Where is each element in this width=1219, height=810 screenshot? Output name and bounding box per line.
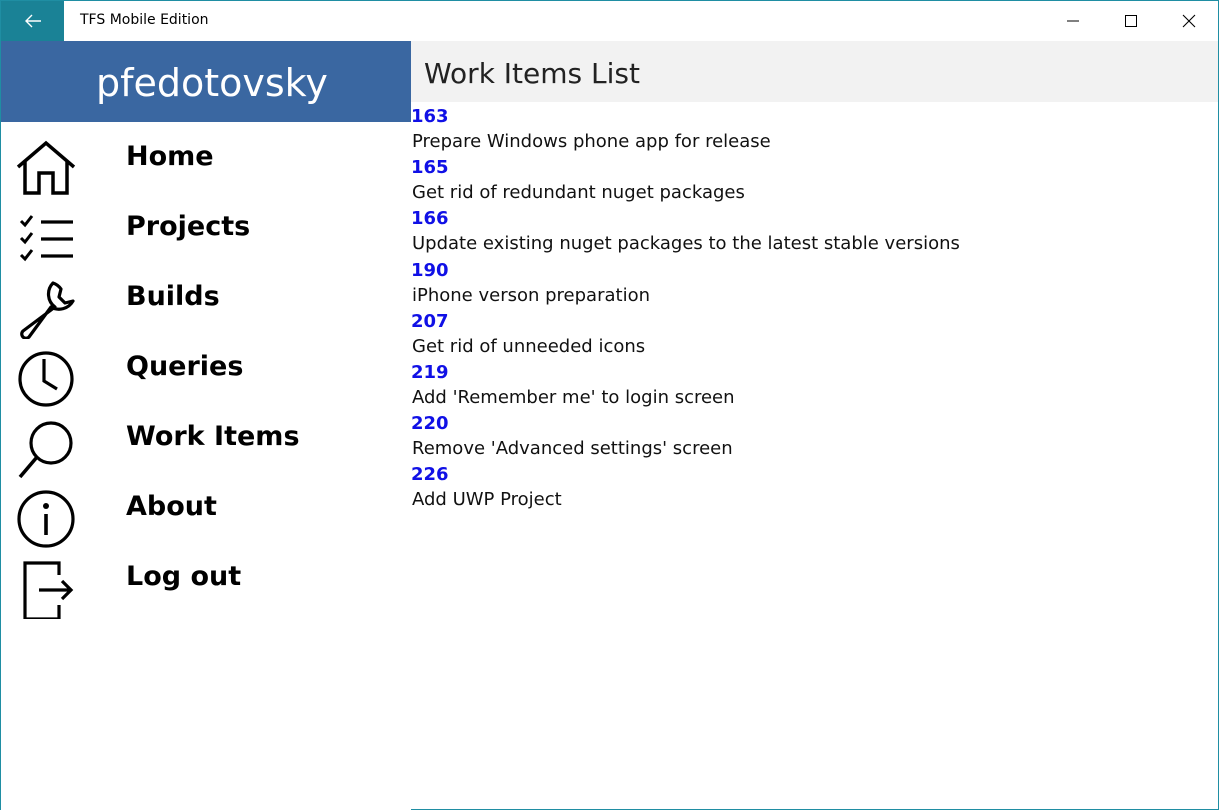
app-title: TFS Mobile Edition <box>80 12 209 28</box>
back-button[interactable] <box>1 1 64 41</box>
clock-icon <box>18 351 74 407</box>
user-name: pfedotovsky <box>96 61 328 105</box>
arrow-left-icon <box>24 14 41 28</box>
user-header: pfedotovsky <box>1 41 411 122</box>
work-item-id[interactable]: 166 <box>411 207 1211 232</box>
logout-icon <box>23 561 74 619</box>
work-item-title: Get rid of redundant nuget packages <box>412 182 745 204</box>
work-item-title: Get rid of unneeded icons <box>412 335 646 357</box>
page-title: Work Items List <box>424 57 640 90</box>
work-item-title: Add 'Remember me' to login screen <box>412 386 735 408</box>
info-icon <box>17 490 75 548</box>
list-item[interactable]: 220 Remove 'Advanced settings' screen <box>411 412 1211 463</box>
close-icon <box>1182 14 1196 28</box>
work-item-id[interactable]: 163 <box>411 105 1211 130</box>
sidebar-item-home[interactable]: Home <box>1 129 411 199</box>
sidebar-item-queries[interactable]: Queries <box>1 339 411 409</box>
work-item-id[interactable]: 219 <box>411 361 1211 386</box>
work-items-list: 163 Prepare Windows phone app for releas… <box>411 105 1211 515</box>
work-item-id[interactable]: 190 <box>411 259 1211 284</box>
sidebar-item-label: Projects <box>126 211 251 242</box>
sidebar: pfedotovsky Home Projects Builds Queries… <box>1 41 411 810</box>
sidebar-item-label: Queries <box>126 351 244 382</box>
home-icon <box>16 140 76 195</box>
list-item[interactable]: 166 Update existing nuget packages to th… <box>411 207 1211 258</box>
work-item-title: iPhone verson preparation <box>412 284 650 306</box>
sidebar-item-label: Work Items <box>126 421 300 452</box>
work-item-id[interactable]: 220 <box>411 412 1211 437</box>
list-item[interactable]: 226 Add UWP Project <box>411 463 1211 514</box>
list-item[interactable]: 207 Get rid of unneeded icons <box>411 310 1211 361</box>
title-bar: TFS Mobile Edition <box>1 1 1218 41</box>
list-item[interactable]: 190 iPhone verson preparation <box>411 259 1211 310</box>
page-header: Work Items List <box>411 41 1218 102</box>
maximize-button[interactable] <box>1102 1 1160 41</box>
work-item-id[interactable]: 226 <box>411 463 1211 488</box>
work-item-title: Add UWP Project <box>412 489 562 511</box>
sidebar-item-logout[interactable]: Log out <box>1 549 411 619</box>
sidebar-item-work-items[interactable]: Work Items <box>1 409 411 479</box>
sidebar-item-label: Builds <box>126 281 220 312</box>
minimize-icon <box>1067 20 1079 22</box>
work-item-id[interactable]: 207 <box>411 310 1211 335</box>
work-item-id[interactable]: 165 <box>411 156 1211 181</box>
list-item[interactable]: 163 Prepare Windows phone app for releas… <box>411 105 1211 156</box>
app-window: TFS Mobile Edition pfedotovsky Home Proj… <box>0 0 1219 810</box>
sidebar-item-projects[interactable]: Projects <box>1 199 411 269</box>
sidebar-item-about[interactable]: About <box>1 479 411 549</box>
sidebar-item-label: About <box>126 491 217 522</box>
work-item-title: Update existing nuget packages to the la… <box>412 233 960 255</box>
minimize-button[interactable] <box>1044 1 1102 41</box>
search-icon <box>18 421 73 479</box>
close-button[interactable] <box>1160 1 1218 41</box>
sidebar-item-label: Home <box>126 141 214 172</box>
sidebar-item-label: Log out <box>126 561 242 592</box>
list-item[interactable]: 165 Get rid of redundant nuget packages <box>411 156 1211 207</box>
work-item-title: Remove 'Advanced settings' screen <box>412 438 733 460</box>
work-item-title: Prepare Windows phone app for release <box>412 131 771 152</box>
wrench-icon <box>20 281 75 339</box>
maximize-icon <box>1125 15 1137 27</box>
sidebar-item-builds[interactable]: Builds <box>1 269 411 339</box>
checklist-icon <box>19 215 73 262</box>
list-item[interactable]: 219 Add 'Remember me' to login screen <box>411 361 1211 412</box>
